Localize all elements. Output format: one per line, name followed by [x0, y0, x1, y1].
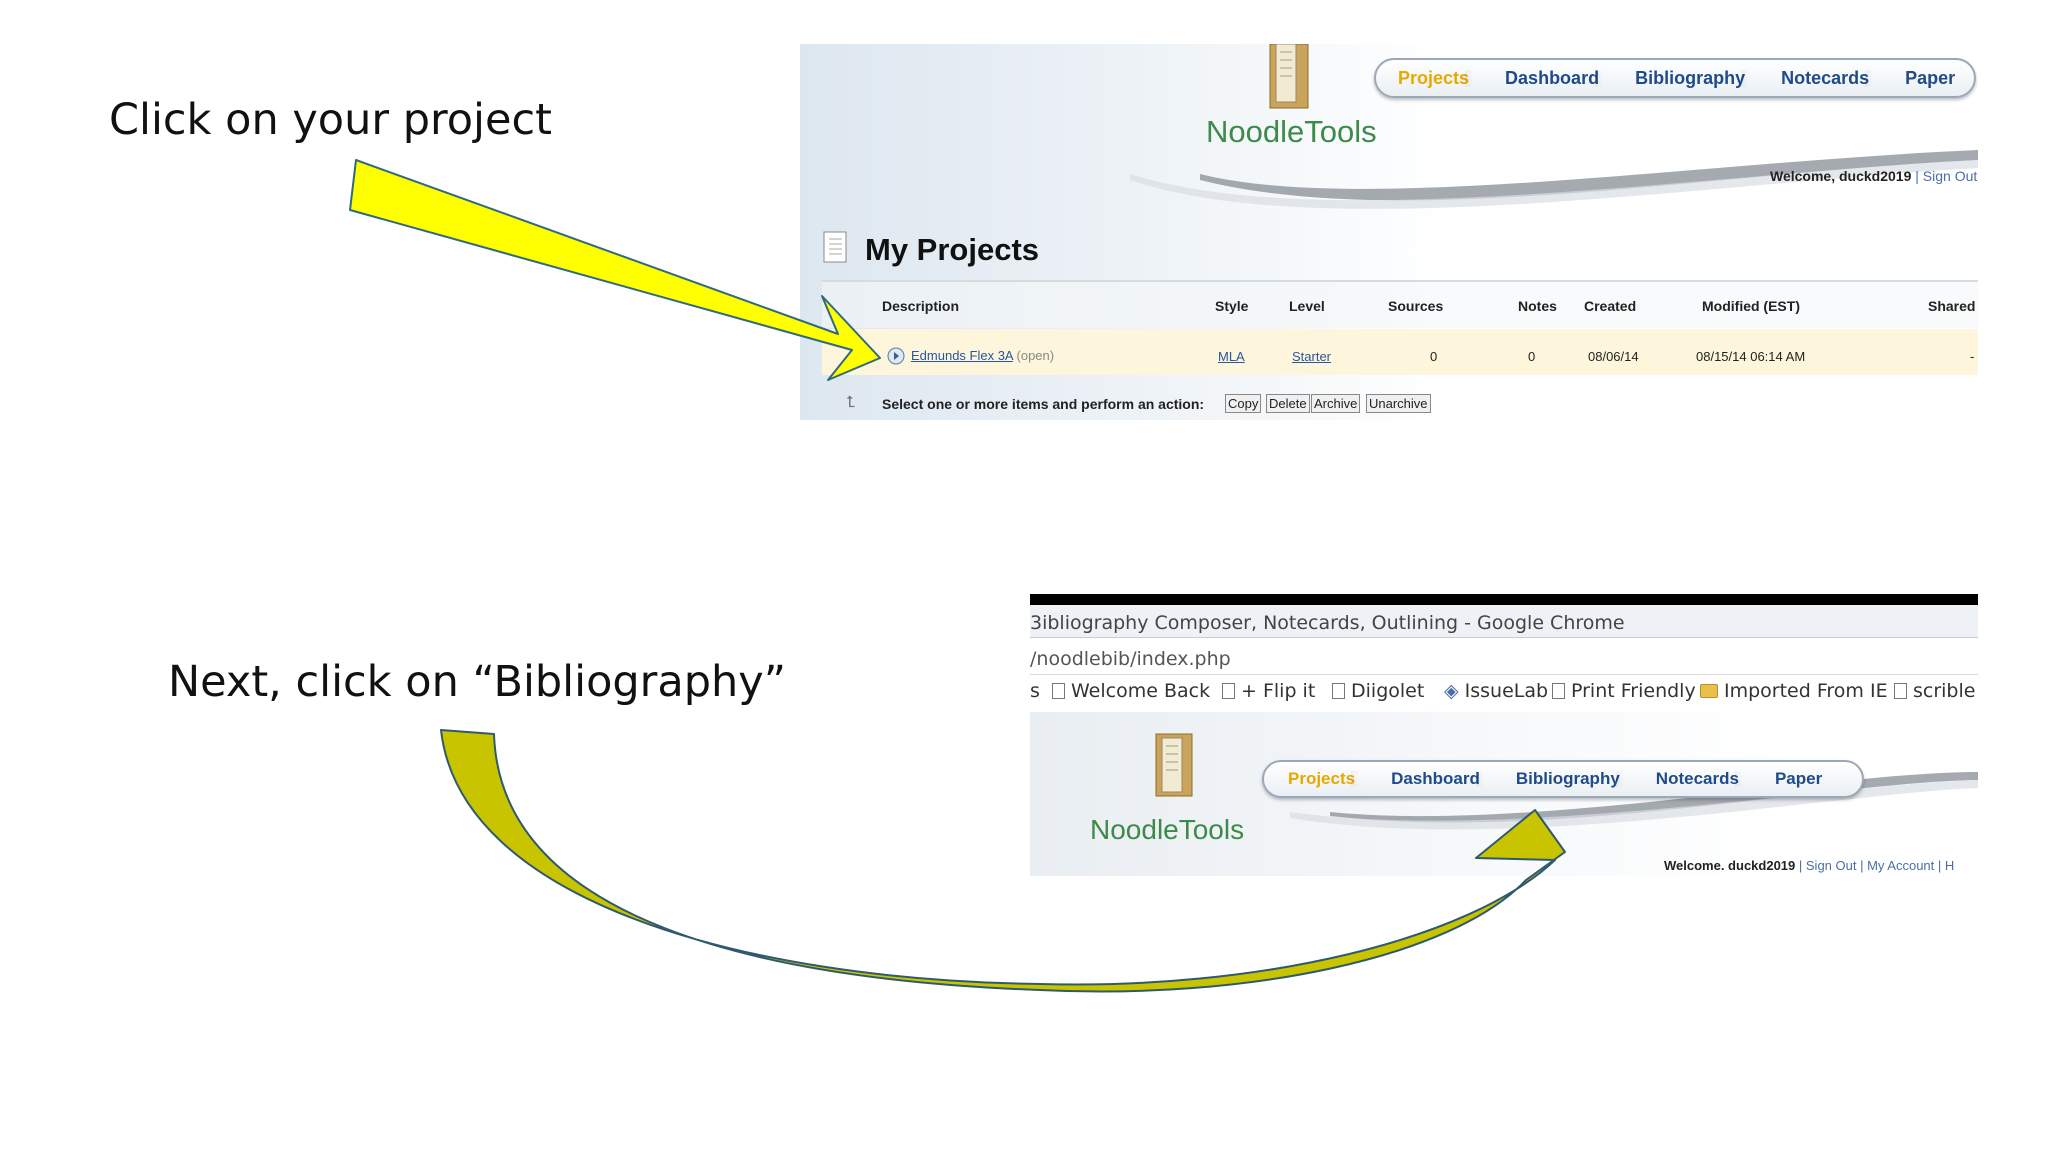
arrow-to-bibliography-icon: [440, 729, 1566, 993]
arrow-to-project-icon: [349, 159, 881, 381]
annotation-arrows: [349, 159, 1566, 993]
